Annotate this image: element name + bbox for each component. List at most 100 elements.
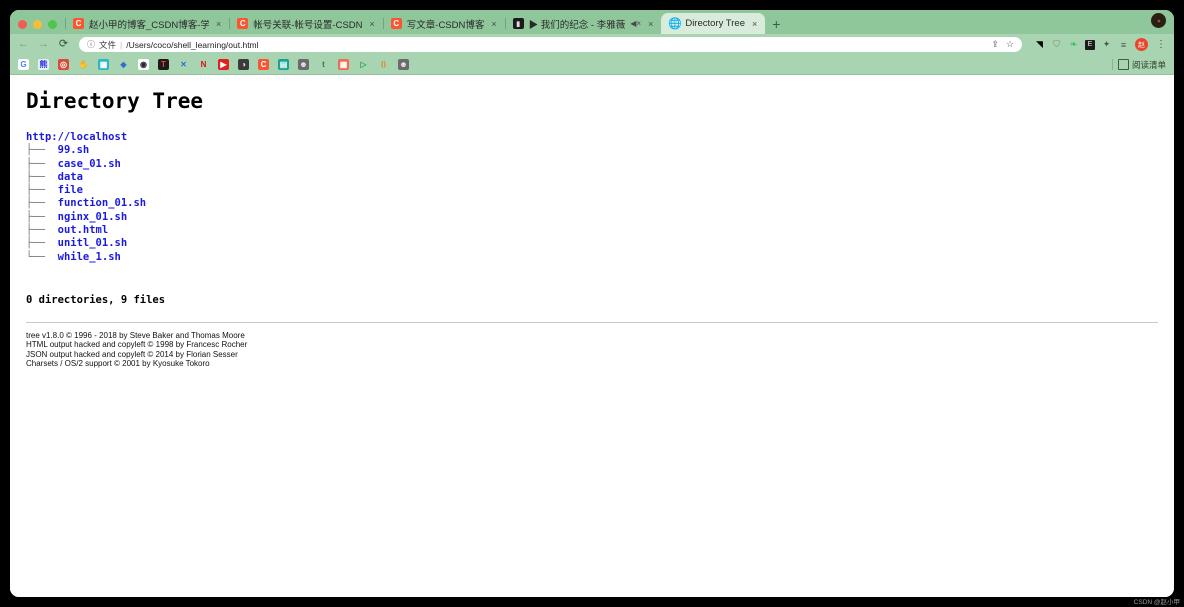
window-close-circle-button[interactable] [1151, 13, 1166, 28]
profile-avatar[interactable]: 赵 [1135, 38, 1148, 51]
page-content: Directory Tree http://localhost ├── 99.s… [10, 75, 1174, 368]
tree-item-link[interactable]: out.html [58, 224, 109, 236]
extension-toolbar: ◥ ⛉ ❧ E ✦ ≡ 赵 ⋮ [1030, 38, 1168, 51]
bookmark-star-icon[interactable]: ☆ [1006, 39, 1014, 50]
bookmarks-bar: G 熊 ◎ ✋ ▦ ◆ ◉ T ✕ N ▶ ◑ C ▤ ☻ t ▦ ▷ ⦗⦘ ☻ [10, 55, 1174, 75]
share-icon[interactable]: ⇪ [991, 39, 999, 50]
window-controls [16, 20, 65, 34]
tree-branch: ├── [26, 210, 45, 223]
chrome-menu-button[interactable]: ⋮ [1154, 39, 1168, 50]
dark-bookmark[interactable]: ◑ [238, 59, 249, 70]
browser-tab[interactable]: C 赵小甲的博客_CSDN博客-学习记 × [65, 13, 229, 34]
reload-button[interactable]: ⟳ [56, 39, 71, 50]
tab-close-icon[interactable]: × [750, 19, 759, 29]
tree-item-link[interactable]: nginx_01.sh [58, 211, 128, 223]
tab-close-icon[interactable]: × [489, 19, 498, 29]
address-bar[interactable]: ⓘ 文件 | /Users/coco/shell_learning/out.ht… [79, 37, 1022, 52]
tree-branch: ├── [26, 197, 45, 210]
hand-bookmark[interactable]: ✋ [78, 59, 89, 70]
tab-close-icon[interactable]: × [214, 19, 223, 29]
new-tab-button[interactable]: + [765, 17, 787, 34]
tree-item-link[interactable]: case_01.sh [58, 158, 121, 170]
back-button[interactable]: ← [16, 39, 31, 50]
tree-branch: └── [26, 250, 45, 263]
baidu-bookmark[interactable]: 熊 [38, 59, 49, 70]
url-text: /Users/coco/shell_learning/out.html [126, 39, 259, 50]
credit-line: JSON output hacked and copyleft © 2014 b… [26, 349, 238, 359]
window-close-button[interactable] [18, 20, 27, 29]
teal-bookmark[interactable]: ▤ [278, 59, 289, 70]
reading-list-button[interactable]: 阅读清单 [1117, 59, 1166, 71]
credit-line: Charsets / OS/2 support © 2001 by Kyosuk… [26, 358, 210, 368]
browser-tab[interactable]: C 写文章-CSDN博客 × [382, 13, 505, 34]
avatar-bookmark[interactable]: ☻ [298, 59, 309, 70]
watermark: CSDN @赵小甲 [1133, 599, 1180, 606]
extension-icon-dark[interactable]: E [1085, 39, 1095, 50]
csdn-icon: C [237, 18, 249, 29]
tree-item-link[interactable]: data [58, 171, 83, 183]
puzzle-icon[interactable]: ✦ [1101, 39, 1112, 50]
calendar-bookmark[interactable]: ▦ [98, 59, 109, 70]
tab-strip: C 赵小甲的博客_CSDN博客-学习记 × C 帐号关联-帐号设置-CSDN ×… [10, 10, 1174, 34]
netflix-bookmark[interactable]: N [198, 59, 209, 70]
tree-item-link[interactable]: while_1.sh [58, 251, 121, 263]
play-bookmark[interactable]: ▷ [358, 59, 369, 70]
csdn-icon: C [73, 18, 84, 29]
url-scheme-label: 文件 [99, 39, 117, 50]
google-bookmark[interactable]: G [18, 59, 29, 70]
extension-icon-1[interactable]: ◥ [1034, 39, 1045, 50]
csdn-bookmark[interactable]: C [258, 59, 269, 70]
tumblr-bookmark[interactable]: t [318, 59, 329, 70]
shield-icon[interactable]: ⛉ [1051, 39, 1062, 50]
globe-icon: 🌐 [667, 18, 682, 30]
window-minimize-button[interactable] [33, 20, 42, 29]
tree-branch: ├── [26, 157, 45, 170]
tree-branch: ├── [26, 144, 45, 157]
page-title: Directory Tree [26, 89, 204, 113]
tree-branch: ├── [26, 184, 45, 197]
omnibox-separator: | [120, 39, 123, 50]
redcircle-bookmark[interactable]: ◎ [58, 59, 69, 70]
x-bookmark[interactable]: ✕ [178, 59, 189, 70]
tree-root-link[interactable]: http://localhost [26, 131, 127, 143]
tab-title: 赵小甲的博客_CSDN博客-学习记 [89, 19, 209, 31]
evernote-icon[interactable]: ❧ [1068, 39, 1079, 50]
tab-title: 帐号关联-帐号设置-CSDN [253, 19, 363, 31]
list-icon[interactable]: ≡ [1118, 39, 1129, 50]
browser-tab-active[interactable]: 🌐 Directory Tree × [661, 13, 766, 34]
diamond-bookmark[interactable]: ◆ [118, 59, 129, 70]
tab-close-icon[interactable]: × [646, 19, 655, 29]
tab-title: ▶ 我们的纪念 - 李雅薇 [528, 19, 626, 31]
site-info-icon[interactable]: ⓘ [87, 39, 95, 50]
credit-line: HTML output hacked and copyleft © 1998 b… [26, 340, 248, 350]
tab-close-icon[interactable]: × [368, 19, 377, 29]
browser-tab[interactable]: ▮ ▶ 我们的纪念 - 李雅薇 ◀× × [504, 13, 662, 34]
tree-branch: ├── [26, 237, 45, 250]
forward-button[interactable]: → [36, 39, 51, 50]
screen: C 赵小甲的博客_CSDN博客-学习记 × C 帐号关联-帐号设置-CSDN ×… [0, 0, 1184, 607]
tab-title: Directory Tree [685, 18, 745, 29]
t-bookmark[interactable]: T [158, 59, 169, 70]
video-icon: ▮ [512, 18, 524, 29]
browser-tab[interactable]: C 帐号关联-帐号设置-CSDN × [229, 13, 383, 34]
browser-window: C 赵小甲的博客_CSDN博客-学习记 × C 帐号关联-帐号设置-CSDN ×… [10, 10, 1174, 597]
tree-item-link[interactable]: unitl_01.sh [58, 237, 128, 249]
tree-item-link[interactable]: file [58, 184, 83, 196]
tab-title: 写文章-CSDN博客 [406, 19, 485, 31]
tree-item-link[interactable]: function_01.sh [58, 197, 147, 209]
colorful-bookmark[interactable]: ▦ [338, 59, 349, 70]
mute-tab-icon[interactable]: ◀× [630, 19, 641, 28]
csdn-icon: C [390, 18, 402, 29]
tree-item-link[interactable]: 99.sh [58, 144, 90, 156]
tree-branch: ├── [26, 224, 45, 237]
tree-credits: tree v1.8.0 © 1996 - 2018 by Steve Baker… [26, 331, 1158, 368]
avatar2-bookmark[interactable]: ☻ [398, 59, 409, 70]
window-zoom-button[interactable] [48, 20, 57, 29]
reading-list-icon [1117, 59, 1129, 70]
youtube-bookmark[interactable]: ▶ [218, 59, 229, 70]
tree-summary: 0 directories, 9 files [26, 293, 166, 306]
github-bookmark[interactable]: ◉ [138, 59, 149, 70]
bracket-bookmark[interactable]: ⦗⦘ [378, 59, 389, 70]
page-viewport: Directory Tree http://localhost ├── 99.s… [10, 75, 1174, 597]
credit-line: tree v1.8.0 © 1996 - 2018 by Steve Baker… [26, 330, 245, 340]
